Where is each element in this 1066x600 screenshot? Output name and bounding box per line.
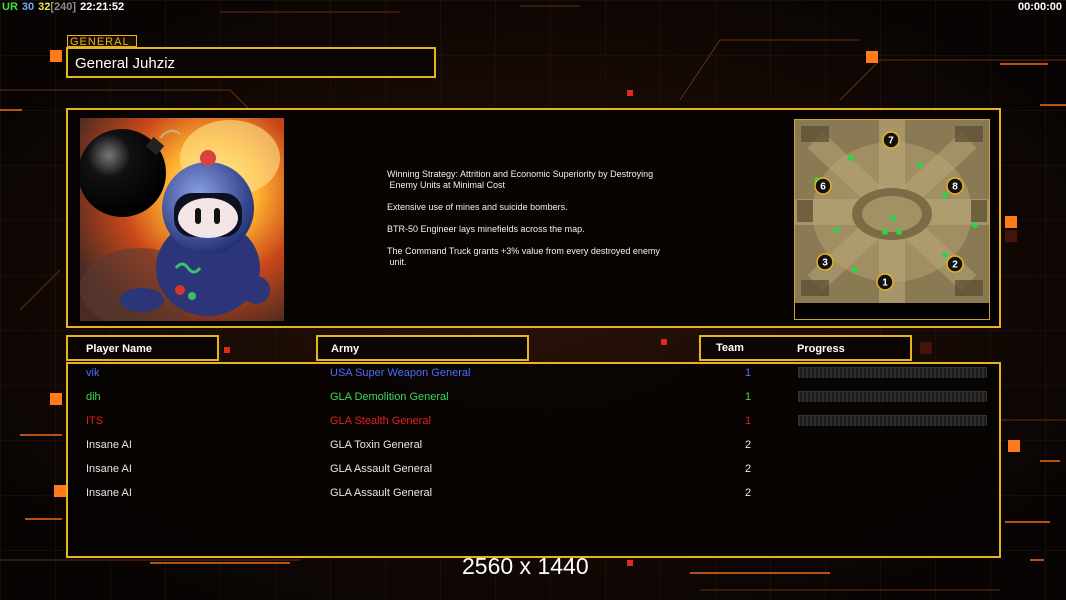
start-position-label: 8	[952, 182, 958, 193]
header-player-name: Player Name	[66, 335, 219, 361]
header-label: Progress	[797, 343, 845, 355]
resolution-overlay: 2560 x 1440	[462, 553, 589, 579]
map-preview-icon: 7 6 8 3 2 1	[794, 119, 990, 320]
header-team-progress: Team Progress	[699, 335, 912, 361]
strategy-line: Winning Strategy: Attrition and Economic…	[387, 169, 654, 190]
strategy-text: Winning Strategy: Attrition and Economic…	[387, 169, 717, 279]
fps-overlay-part: 22:21:52	[80, 1, 125, 13]
header-label: Team	[716, 342, 744, 354]
game-clock: 00:00:00	[1017, 1, 1062, 13]
general-tag-label: GENERAL	[67, 35, 137, 48]
start-position-label: 1	[882, 278, 888, 289]
header-army: Army	[316, 335, 529, 361]
start-position-label: 7	[888, 136, 894, 147]
bomberman-portrait-icon	[80, 118, 284, 321]
fps-overlay-part: [240]	[50, 1, 77, 13]
start-position-label: 6	[820, 182, 826, 193]
header-label: Player Name	[86, 343, 153, 355]
fps-overlay-part: 32	[38, 1, 51, 13]
header-label: Army	[331, 343, 360, 355]
strategy-line: Extensive use of mines and suicide bombe…	[387, 202, 568, 212]
start-position-label: 2	[952, 260, 958, 271]
strategy-line: The Command Truck grants +3% value from …	[387, 246, 660, 267]
start-position-label: 3	[822, 258, 828, 269]
general-name: General Juhziz	[75, 55, 176, 72]
strategy-line: BTR-50 Engineer lays minefields across t…	[387, 224, 585, 234]
fps-overlay-part: 30	[21, 1, 35, 13]
fps-overlay: UR 30 32[240] 22:21:52	[2, 1, 128, 13]
fps-overlay-part: UR	[2, 1, 18, 13]
general-name-box: General Juhziz	[66, 47, 436, 78]
player-roster-panel	[66, 362, 1001, 558]
